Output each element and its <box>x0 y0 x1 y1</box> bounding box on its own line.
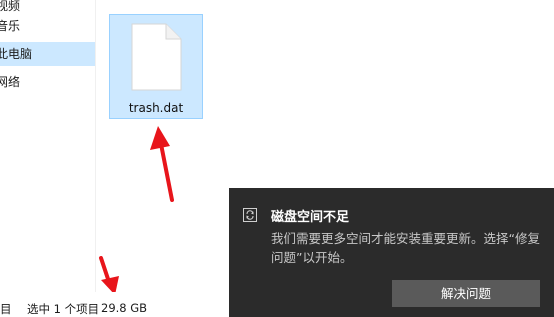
nav-item-label: 音乐 <box>0 19 21 33</box>
pane-divider[interactable] <box>95 0 96 292</box>
refresh-icon <box>243 208 257 222</box>
status-selection: 选中 1 个项目 <box>27 302 100 316</box>
blank-file-icon <box>131 23 182 91</box>
file-name: trash.dat <box>128 101 184 115</box>
file-item[interactable]: trash.dat <box>109 14 203 119</box>
status-item-count: 目 <box>0 302 12 316</box>
navigation-pane: 视频 音乐 此电脑 网络 <box>0 0 95 292</box>
annotation-arrow-down <box>99 256 119 295</box>
nav-item-label: 视频 <box>0 0 21 13</box>
status-size: 29.8 GB <box>101 301 148 315</box>
fix-problem-button[interactable]: 解决问题 <box>392 280 540 307</box>
annotation-arrow-up <box>150 126 174 202</box>
nav-item-label: 此电脑 <box>0 47 33 61</box>
nav-item-label: 网络 <box>0 75 21 89</box>
nav-item-music[interactable]: 音乐 <box>0 14 95 38</box>
nav-item-this-pc[interactable]: 此电脑 <box>0 42 95 66</box>
notification-body: 我们需要更多空间才能安装重要更新。选择“修复问题”以开始。 <box>271 231 540 265</box>
low-disk-space-notification[interactable]: 磁盘空间不足 我们需要更多空间才能安装重要更新。选择“修复问题”以开始。 解决问… <box>229 188 554 317</box>
notification-title: 磁盘空间不足 <box>271 210 350 225</box>
nav-item-network[interactable]: 网络 <box>0 70 95 94</box>
